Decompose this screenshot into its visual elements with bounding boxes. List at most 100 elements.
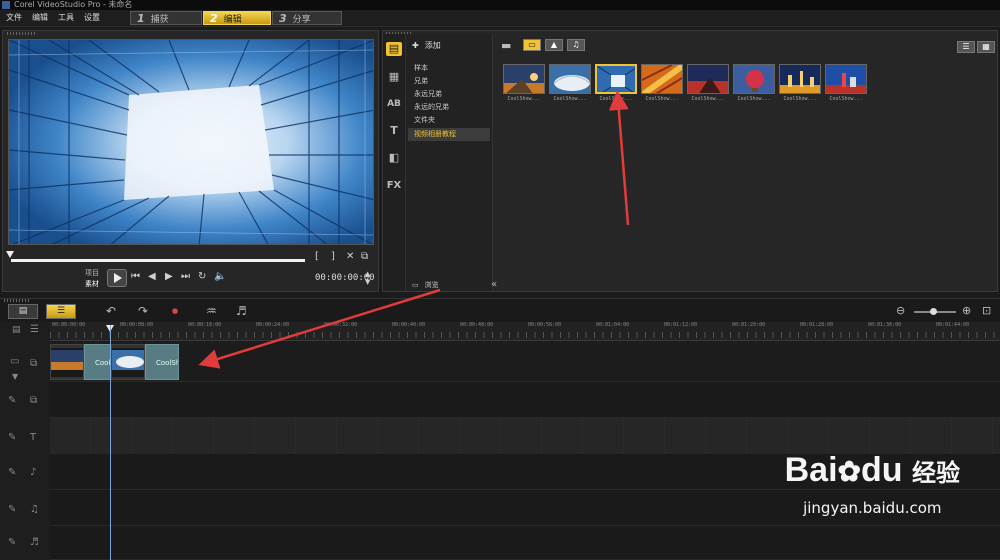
ripple-editing-icon[interactable]: ⧉ bbox=[30, 358, 37, 369]
redo-icon[interactable]: ↷ bbox=[138, 304, 148, 318]
title-track-toggle-icon[interactable]: T bbox=[30, 432, 36, 443]
browse-button[interactable]: ▭ 浏览 bbox=[412, 280, 439, 290]
zoom-out-icon[interactable]: ⊖ bbox=[896, 304, 905, 317]
title-icon[interactable]: T bbox=[386, 124, 402, 138]
timecode-stepper-icon[interactable]: ▲ ▼ bbox=[365, 270, 370, 286]
overlay-track[interactable] bbox=[50, 382, 1000, 418]
browse-label: 浏览 bbox=[424, 281, 439, 289]
panel-grip[interactable] bbox=[7, 32, 35, 35]
transition-icon[interactable]: AB bbox=[386, 97, 402, 111]
menu-edit[interactable]: 编辑 bbox=[32, 10, 48, 26]
transition-clip[interactable]: CoolSh bbox=[145, 344, 179, 380]
media-thumbnail-selected[interactable] bbox=[595, 64, 637, 94]
video-clip[interactable] bbox=[50, 344, 84, 380]
project-mode-label[interactable]: 项目 bbox=[85, 268, 99, 278]
record-capture-icon[interactable]: ⏺ bbox=[172, 304, 178, 319]
mark-in-icon[interactable]: [ bbox=[315, 251, 319, 262]
video-preview bbox=[8, 39, 374, 245]
filter-icon[interactable]: FX bbox=[386, 179, 402, 193]
video-track[interactable]: CoolSh CoolSh bbox=[50, 341, 1000, 382]
preview-image bbox=[9, 40, 373, 244]
undo-icon[interactable]: ↶ bbox=[106, 304, 116, 318]
ruler-tick: 00:00:56:00 bbox=[528, 322, 562, 328]
music-track-toggle-icon[interactable]: ♫ bbox=[30, 504, 39, 515]
storyboard-view-button[interactable]: ▤ bbox=[8, 304, 38, 319]
volume-icon[interactable]: 🔈 bbox=[214, 271, 226, 282]
menu-file[interactable]: 文件 bbox=[6, 10, 22, 26]
ruler-tick: 00:01:20:00 bbox=[732, 322, 766, 328]
folder-item[interactable]: 文件夹 bbox=[414, 114, 435, 127]
go-to-end-icon[interactable]: ⏭ bbox=[181, 271, 190, 282]
auto-music-icon[interactable]: ♬ bbox=[236, 304, 247, 318]
folder-icon[interactable]: ▬ bbox=[501, 39, 511, 52]
zoom-slider-handle[interactable] bbox=[930, 308, 937, 315]
zoom-in-icon[interactable]: ⊕ bbox=[962, 304, 971, 317]
show-audio-icon[interactable]: ♫ bbox=[567, 39, 585, 51]
media-thumbnail[interactable] bbox=[641, 64, 683, 94]
media-thumbnail[interactable] bbox=[549, 64, 591, 94]
clip-mode-label[interactable]: 素材 bbox=[85, 279, 99, 289]
thumbnail-label: CoolShow... bbox=[829, 96, 863, 102]
title-bar: Corel VideoStudio Pro - 未命名 bbox=[0, 0, 1000, 10]
timeline-ruler[interactable]: 00:00:00:00 00:00:08:00 00:00:16:00 00:0… bbox=[50, 322, 1000, 341]
menu-settings[interactable]: 设置 bbox=[84, 10, 100, 26]
media-icon[interactable]: ▤ bbox=[386, 42, 402, 56]
scrub-bar[interactable] bbox=[11, 259, 305, 262]
ruler-tick: 00:01:04:00 bbox=[596, 322, 630, 328]
media-thumbnail[interactable] bbox=[825, 64, 867, 94]
thumbnail-view-icon[interactable]: ▦ bbox=[977, 41, 995, 53]
add-folder-button[interactable]: ✚ 添加 bbox=[412, 40, 441, 51]
folder-item[interactable]: 兄弟 bbox=[414, 75, 428, 88]
enlarge-icon[interactable]: ⧉ bbox=[361, 251, 368, 262]
step-label: 编辑 bbox=[223, 15, 242, 25]
media-thumbnail[interactable] bbox=[733, 64, 775, 94]
video-clip[interactable] bbox=[111, 344, 145, 380]
show-photos-icon[interactable]: ▲ bbox=[545, 39, 563, 51]
menu-tools[interactable]: 工具 bbox=[58, 10, 74, 26]
thumbnail-image bbox=[550, 65, 590, 93]
folder-item[interactable]: 永远兄弟 bbox=[414, 88, 442, 101]
scrub-handle[interactable] bbox=[6, 251, 14, 258]
graphics-icon[interactable]: ◧ bbox=[386, 151, 402, 165]
track-manager-icon[interactable]: ▤ bbox=[12, 325, 21, 335]
track-list-icon[interactable]: ☰ bbox=[30, 324, 39, 335]
mark-out-icon[interactable]: ] bbox=[331, 251, 335, 262]
ruler-tick: 00:01:12:00 bbox=[664, 322, 698, 328]
step-edit-tab[interactable]: 2 编辑 bbox=[203, 11, 271, 25]
media-thumbnail[interactable] bbox=[687, 64, 729, 94]
extra-track-icon: ✎ bbox=[8, 537, 17, 548]
expand-panel-icon[interactable]: « bbox=[491, 279, 497, 290]
fit-project-icon[interactable]: ⊡ bbox=[982, 304, 991, 317]
step-capture-tab[interactable]: 1 捕获 bbox=[130, 11, 202, 25]
playhead-line[interactable] bbox=[110, 325, 111, 560]
folder-item[interactable]: 样本 bbox=[414, 62, 428, 75]
previous-frame-icon[interactable]: ◀ bbox=[148, 271, 156, 282]
overlay-track-toggle-icon[interactable]: ⧉ bbox=[30, 395, 37, 406]
step-share-tab[interactable]: 3 分享 bbox=[272, 11, 342, 25]
extra-track-toggle-icon[interactable]: ♬ bbox=[30, 537, 39, 548]
timeline-view-button[interactable]: ☰ bbox=[46, 304, 76, 319]
media-thumbnail[interactable] bbox=[779, 64, 821, 94]
instant-project-icon[interactable]: ▦ bbox=[386, 70, 402, 84]
dropdown-icon[interactable]: ▼ bbox=[12, 372, 18, 381]
watermark-brand-cn: 经验 bbox=[912, 459, 960, 487]
go-to-start-icon[interactable]: ⏮ bbox=[131, 271, 140, 282]
sound-mixer-icon[interactable]: ♒ bbox=[206, 304, 217, 318]
next-frame-icon[interactable]: ▶ bbox=[165, 271, 173, 282]
title-track[interactable] bbox=[50, 418, 1000, 454]
list-view-icon[interactable]: ☰ bbox=[957, 41, 975, 53]
music-track-2[interactable] bbox=[50, 526, 1000, 560]
play-button[interactable] bbox=[107, 269, 127, 287]
cut-icon[interactable]: ✕ bbox=[346, 251, 354, 262]
folder-item-selected[interactable]: 视频相册教程 bbox=[408, 128, 490, 141]
paw-icon: ✿ bbox=[837, 456, 861, 487]
media-thumbnail[interactable] bbox=[503, 64, 545, 94]
show-videos-icon[interactable]: ▭ bbox=[523, 39, 541, 51]
preview-panel: [ ] ✕ ⧉ 项目 素材 ⏮ ◀ ▶ ⏭ ↻ 🔈 00:00:00:00 ▲ ▼ bbox=[2, 30, 379, 292]
transition-clip[interactable]: CoolSh bbox=[84, 344, 111, 380]
repeat-icon[interactable]: ↻ bbox=[198, 271, 206, 282]
folder-item[interactable]: 永远的兄弟 bbox=[414, 101, 449, 114]
step-label: 分享 bbox=[292, 15, 311, 25]
panel-grip[interactable] bbox=[4, 299, 30, 302]
voice-track-toggle-icon[interactable]: ♪ bbox=[30, 467, 36, 478]
